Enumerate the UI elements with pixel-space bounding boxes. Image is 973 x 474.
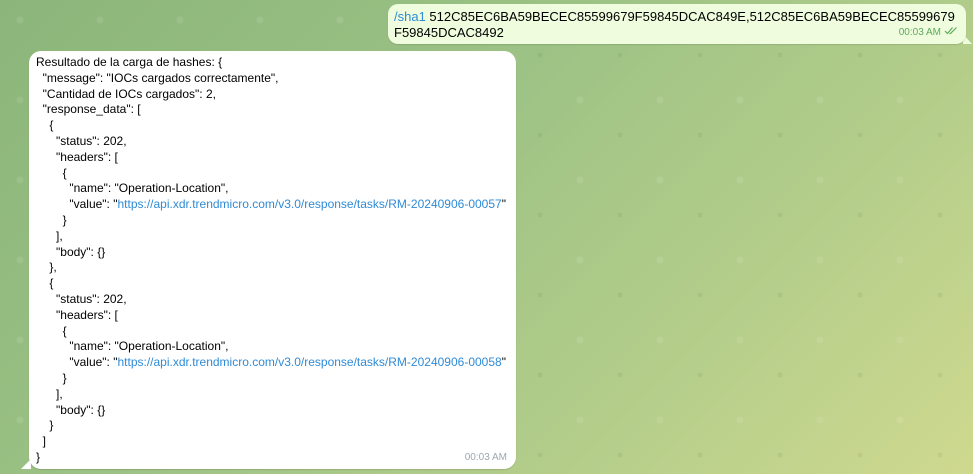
line-text: } <box>36 212 67 227</box>
line-text: } <box>36 418 54 433</box>
message-line: } <box>36 371 508 387</box>
line-text: "body": {} <box>36 402 106 417</box>
line-text-suffix: " <box>501 197 506 212</box>
line-text: "value": " <box>36 197 118 212</box>
line-text: { <box>36 165 67 180</box>
double-check-icon <box>944 25 958 41</box>
line-text: "headers": [ <box>36 307 118 322</box>
message-line: { <box>36 166 508 182</box>
message-line: "Cantidad de IOCs cargados": 2, <box>36 87 508 103</box>
line-text: { <box>36 323 67 338</box>
incoming-message-time: 00:03 AM <box>464 452 507 464</box>
incoming-message-text: Resultado de la carga de hashes: { "mess… <box>36 55 508 466</box>
line-text: "status": 202, <box>36 291 127 306</box>
message-line: "message": "IOCs cargados correctamente"… <box>36 71 508 87</box>
hash-text: 512C85EC6BA59BECEC85599679F59845DCAC849E… <box>394 9 955 40</box>
message-line: }, <box>36 260 508 276</box>
line-text: } <box>36 370 67 385</box>
message-line: "headers": [ <box>36 150 508 166</box>
message-line: "status": 202, <box>36 134 508 150</box>
line-text: "body": {} <box>36 244 106 259</box>
outgoing-message-bubble[interactable]: /sha1 512C85EC6BA59BECEC85599679F59845DC… <box>388 4 966 44</box>
task-url-link[interactable]: https://api.xdr.trendmicro.com/v3.0/resp… <box>117 197 501 211</box>
message-line: "body": {} <box>36 245 508 261</box>
line-text: ], <box>36 386 63 401</box>
message-line: } <box>36 450 508 466</box>
message-line: "name": "Operation-Location", <box>36 339 508 355</box>
message-line: "name": "Operation-Location", <box>36 181 508 197</box>
message-line: "value": "https://api.xdr.trendmicro.com… <box>36 355 508 371</box>
line-text: "message": "IOCs cargados correctamente"… <box>36 70 279 85</box>
outgoing-message-time: 00:03 AM <box>898 27 941 38</box>
line-text: } <box>36 449 41 464</box>
message-line: } <box>36 418 508 434</box>
line-text: Resultado de la carga de hashes: { <box>36 55 223 69</box>
line-text: ], <box>36 228 63 243</box>
line-text: "headers": [ <box>36 149 118 164</box>
line-text: { <box>36 118 54 133</box>
line-text: "status": 202, <box>36 133 127 148</box>
line-text: { <box>36 276 54 291</box>
message-line: { <box>36 118 508 134</box>
line-text: "name": "Operation-Location", <box>36 181 229 196</box>
message-line: "value": "https://api.xdr.trendmicro.com… <box>36 197 508 213</box>
outgoing-message-text: /sha1 512C85EC6BA59BECEC85599679F59845DC… <box>394 9 958 41</box>
task-url-link[interactable]: https://api.xdr.trendmicro.com/v3.0/resp… <box>117 355 501 369</box>
message-line: ] <box>36 434 508 450</box>
line-text-suffix: " <box>501 355 506 370</box>
line-text: ] <box>36 434 47 449</box>
message-line: } <box>36 213 508 229</box>
message-line: "response_data": [ <box>36 102 508 118</box>
message-line: { <box>36 324 508 340</box>
message-line: "status": 202, <box>36 292 508 308</box>
line-text: "Cantidad de IOCs cargados": 2, <box>36 86 216 101</box>
message-line: { <box>36 276 508 292</box>
message-line: "body": {} <box>36 403 508 419</box>
outgoing-message-meta: 00:03 AM <box>899 25 958 41</box>
message-line: Resultado de la carga de hashes: { <box>36 55 508 71</box>
line-text: }, <box>36 260 57 275</box>
message-line: "headers": [ <box>36 308 508 324</box>
line-text: "response_data": [ <box>36 102 141 117</box>
incoming-message-bubble[interactable]: Resultado de la carga de hashes: { "mess… <box>29 51 516 469</box>
line-text: "name": "Operation-Location", <box>36 339 229 354</box>
bot-command-link[interactable]: /sha1 <box>394 9 426 24</box>
message-line: ], <box>36 387 508 403</box>
line-text: "value": " <box>36 355 118 370</box>
message-line: ], <box>36 229 508 245</box>
